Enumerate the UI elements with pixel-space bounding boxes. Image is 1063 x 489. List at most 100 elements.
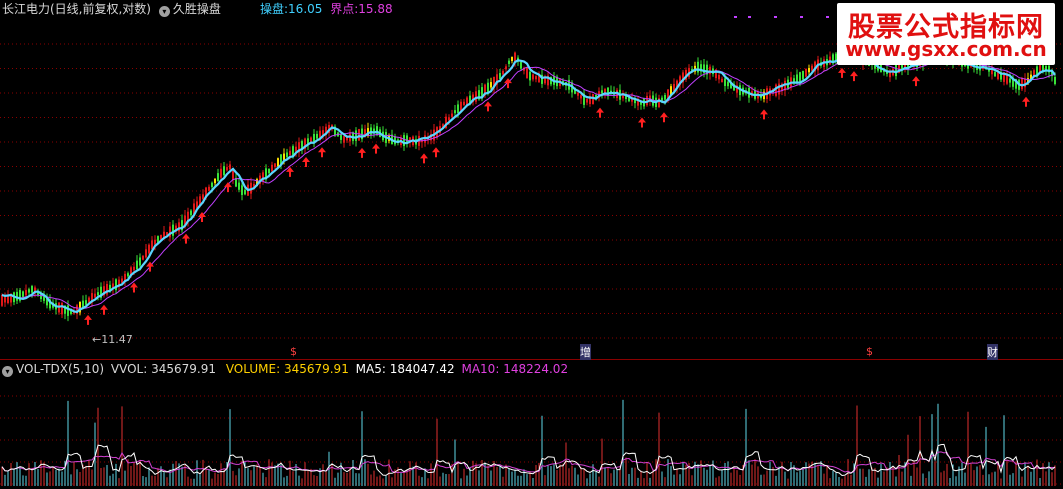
signal-arrow-icon <box>760 109 768 120</box>
signal-arrow-icon <box>372 143 380 154</box>
candle-body <box>994 71 996 77</box>
candle-body <box>724 78 726 86</box>
candle-body <box>403 135 405 147</box>
candle-body <box>226 167 228 171</box>
candle-body <box>223 166 225 176</box>
signal-arrow-icon <box>318 147 326 158</box>
volume-menu-icon[interactable]: ▾ <box>2 366 13 377</box>
watermark-url: www.gsxx.com.cn <box>845 37 1047 61</box>
candle-body <box>502 70 504 75</box>
ma5-value: 184047.42 <box>389 362 455 376</box>
candle-body <box>448 117 450 121</box>
candle-body <box>778 83 780 95</box>
candle-body <box>586 99 588 103</box>
stock-chart <box>0 16 1063 486</box>
candle-body <box>22 291 24 298</box>
candle-body <box>451 113 453 117</box>
signal-arrow-icon <box>420 153 428 164</box>
candle-body <box>355 130 357 141</box>
candle-body <box>97 292 99 296</box>
volume-indicator-name[interactable]: VOL-TDX(5,10) <box>16 362 104 376</box>
marker-dot <box>734 16 737 18</box>
candle-body <box>145 249 147 258</box>
candle-body <box>271 164 273 172</box>
candle-body <box>580 95 582 99</box>
event-marker-zeng[interactable]: 增 <box>580 344 591 360</box>
candle-body <box>454 110 456 114</box>
signal-arrow-icon <box>100 304 108 315</box>
candle-body <box>460 101 462 111</box>
marker-dot <box>800 16 803 18</box>
candle-body <box>214 178 216 184</box>
candle-body <box>343 135 345 143</box>
signal-arrow-icon <box>484 101 492 112</box>
candle-body <box>520 61 522 69</box>
event-marker-cai[interactable]: 财 <box>987 344 998 360</box>
caopan-line <box>1 51 1056 314</box>
signal-arrow-icon <box>638 117 646 128</box>
candle-body <box>802 70 804 80</box>
candle-body <box>217 173 219 182</box>
ma5-label: MA5: <box>355 362 386 376</box>
signal-arrow-icon <box>838 67 846 78</box>
candle-body <box>277 158 279 167</box>
marker-dot <box>826 16 829 18</box>
candle-body <box>133 266 135 271</box>
marker-dot <box>774 16 777 18</box>
signal-arrow-icon <box>850 71 858 82</box>
candle-body <box>727 81 729 87</box>
price-low-label: ←11.47 <box>92 333 133 346</box>
candle-body <box>505 66 507 70</box>
candle-body <box>535 76 537 80</box>
indicator-name-label[interactable]: 久胜操盘 <box>173 2 221 16</box>
candle-body <box>148 244 150 254</box>
candle-body <box>601 90 603 94</box>
candle-body <box>895 64 897 77</box>
candle-body <box>316 133 318 139</box>
event-marker-dollar-2[interactable]: $ <box>866 345 873 358</box>
signal-arrow-icon <box>224 182 232 193</box>
candle-body <box>508 60 510 64</box>
signal-arrow-icon <box>432 147 440 158</box>
candle-body <box>115 279 117 291</box>
event-marker-dollar-1[interactable]: $ <box>290 345 297 358</box>
candle-body <box>805 68 807 77</box>
candle-body <box>4 296 6 303</box>
candle-body <box>457 104 459 114</box>
price-grid-divider <box>0 359 1063 360</box>
candle-body <box>127 273 129 277</box>
watermark-logo: 股票公式指标网 www.gsxx.com.cn <box>837 3 1055 65</box>
candle-body <box>511 57 513 62</box>
candle-body <box>799 72 801 83</box>
volume-chart-header: ▾ VOL-TDX(5,10) VVOL: 345679.91 VOLUME: 3… <box>2 362 568 377</box>
candle-body <box>577 92 579 96</box>
candle-body <box>61 302 63 315</box>
candle-body <box>94 293 96 298</box>
candle-body <box>85 300 87 305</box>
candle-body <box>526 67 528 79</box>
candle-body <box>376 126 378 135</box>
indicator-menu-icon[interactable]: ▾ <box>158 6 170 17</box>
candle-body <box>244 189 246 195</box>
candle-body <box>289 150 291 156</box>
candle-body <box>718 74 720 80</box>
stock-name-label[interactable]: 长江电力(日线,前复权,对数) <box>2 2 151 16</box>
jiedian-line <box>1 55 1056 309</box>
candle-body <box>1 295 3 306</box>
candle-body <box>487 82 489 92</box>
volume-label: VOLUME: <box>225 362 281 376</box>
signal-arrow-icon <box>182 233 190 244</box>
signal-arrow-icon <box>912 76 920 87</box>
candle-body <box>514 52 516 62</box>
candle-body <box>25 289 27 296</box>
candle-body <box>208 186 210 191</box>
candle-body <box>220 168 222 178</box>
candle-body <box>238 182 240 190</box>
candle-body <box>664 95 666 100</box>
candle-body <box>1009 78 1011 83</box>
signal-arrow-icon <box>1022 96 1030 107</box>
vvol-value: 345679.91 <box>151 362 216 376</box>
candle-body <box>529 71 531 81</box>
caopan-value: 16.05 <box>288 2 323 16</box>
jiedian-label: 界点: <box>330 2 359 16</box>
